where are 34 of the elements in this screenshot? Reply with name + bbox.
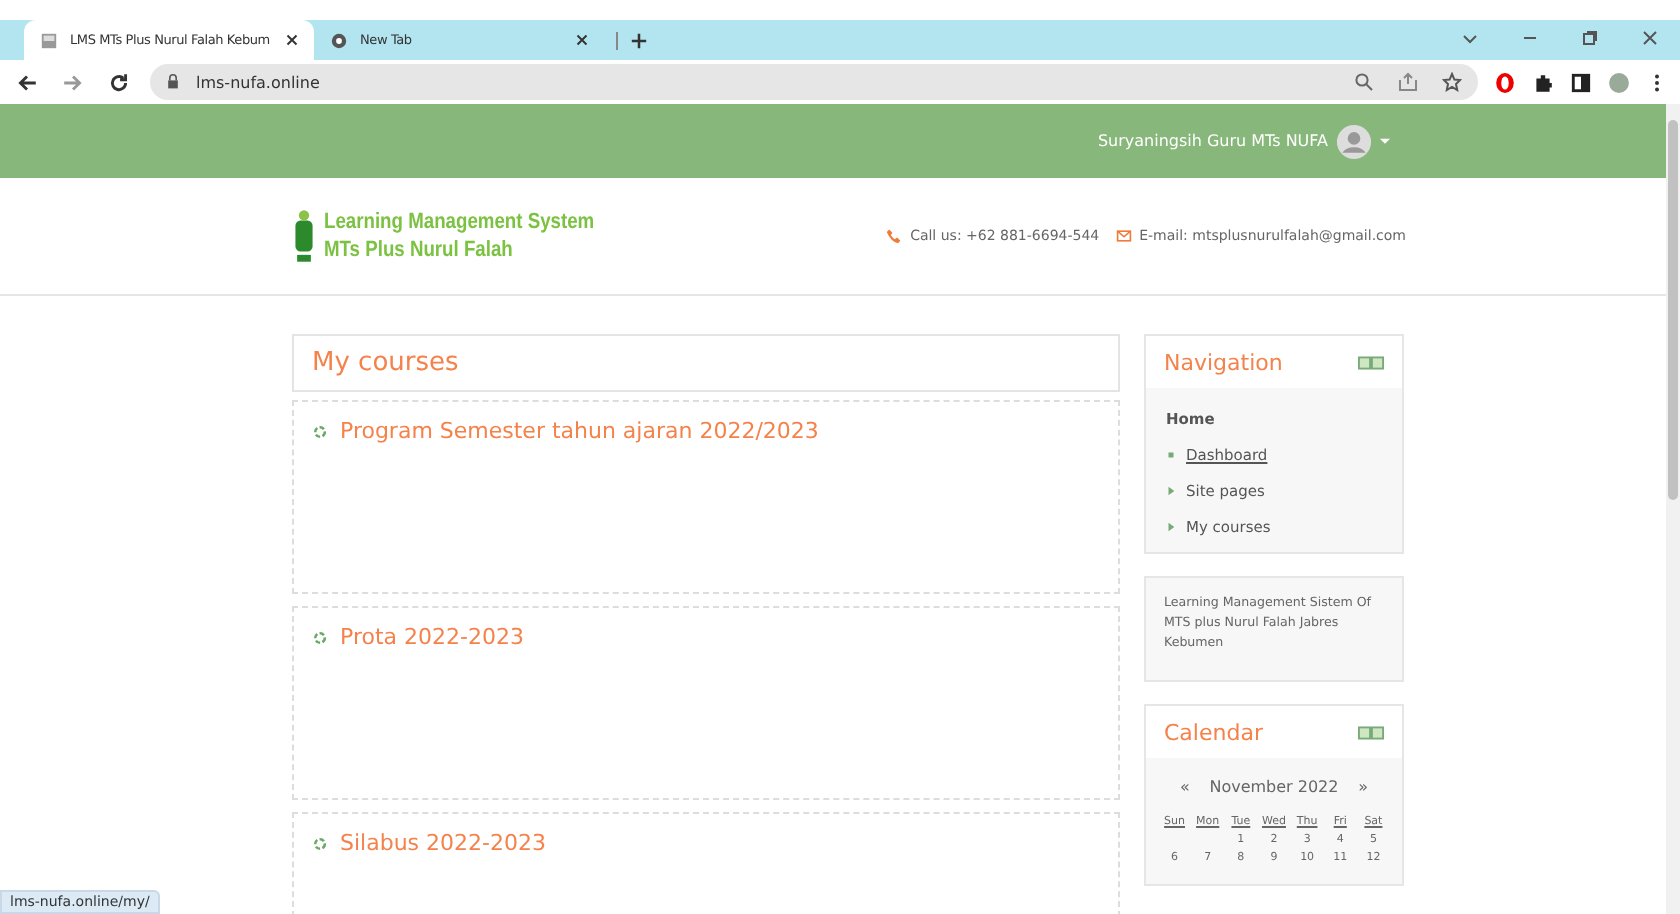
next-month-link[interactable]: » xyxy=(1358,778,1369,797)
opera-icon[interactable] xyxy=(1494,71,1516,93)
address-bar[interactable]: lms-nufa.online xyxy=(150,64,1478,100)
restore-icon[interactable] xyxy=(1580,28,1600,48)
close-icon[interactable] xyxy=(286,34,298,46)
section-title: My courses xyxy=(312,348,459,378)
close-icon[interactable] xyxy=(1640,28,1660,48)
course-icon xyxy=(312,629,328,645)
phone-icon xyxy=(886,228,903,244)
reload-icon[interactable] xyxy=(108,71,130,93)
lock-icon xyxy=(166,74,180,90)
panel-title: Calendar xyxy=(1164,719,1263,746)
scrollbar-thumb[interactable] xyxy=(1668,120,1678,500)
page-icon xyxy=(40,31,58,49)
course-icon xyxy=(312,423,328,439)
share-icon[interactable] xyxy=(1398,72,1418,92)
dock-icon[interactable] xyxy=(1358,725,1384,740)
dock-icon[interactable] xyxy=(1358,355,1384,369)
logo-subtitle: MTs Plus Nurul Falah xyxy=(324,236,515,265)
puzzle-icon[interactable] xyxy=(1532,71,1554,93)
envelope-icon xyxy=(1115,228,1132,244)
forward-icon[interactable] xyxy=(62,71,84,93)
month-title: November 2022 xyxy=(1209,778,1339,797)
logo-title: Learning Management System xyxy=(324,207,595,236)
course-icon xyxy=(312,835,328,851)
previous-month-link[interactable]: « xyxy=(1179,778,1190,797)
star-icon[interactable] xyxy=(1442,72,1462,92)
bullet-icon xyxy=(1166,450,1176,460)
side-panel-icon[interactable] xyxy=(1570,71,1592,93)
new-tab-icon[interactable] xyxy=(616,32,648,50)
search-icon[interactable] xyxy=(1354,72,1374,92)
panel-title: Navigation xyxy=(1164,349,1283,375)
close-icon[interactable] xyxy=(576,34,588,46)
back-icon[interactable] xyxy=(16,71,38,93)
